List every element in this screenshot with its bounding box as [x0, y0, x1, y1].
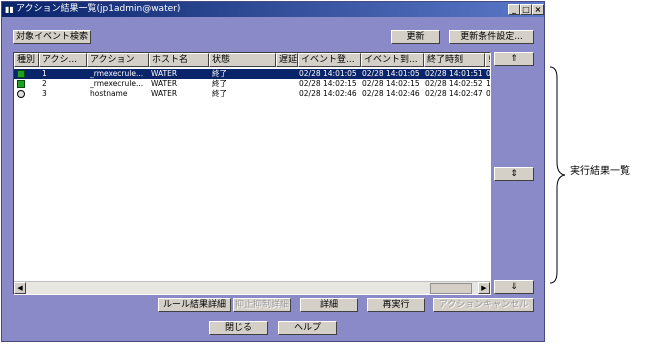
rerun-button[interactable]: 再実行 [367, 298, 425, 312]
action-icon [17, 80, 25, 88]
col-delay-header[interactable]: 遅延 [276, 53, 298, 67]
cell-host: WATER [151, 89, 178, 98]
table-header: 種別 アクシ... アクション ホスト名 状態 遅延 イベント登... イベント… [14, 53, 490, 67]
scroll-thumb[interactable] [430, 283, 472, 294]
table-row[interactable]: 2 _rmexecrule... WATER 終了 02/28 14:02:15… [14, 79, 490, 89]
horizontal-scrollbar[interactable]: ◀ ▶ [14, 281, 490, 294]
action-results-window: ▮▮ アクション結果一覧(jp1admin@water) _ □ × 対象イベン… [1, 1, 545, 342]
cell-status: 終了 [212, 69, 227, 78]
cell-registered: 02/28 14:02:46 [299, 89, 357, 98]
col-extra-header[interactable]: ! [485, 53, 490, 67]
window-title: アクション結果一覧(jp1admin@water) [16, 4, 181, 14]
cell-extra: 0 [486, 89, 491, 98]
col-action-header[interactable]: アクション [87, 53, 149, 67]
cell-host: WATER [151, 79, 178, 88]
cell-end-time: 02/28 14:02:47 [425, 89, 483, 98]
results-list-callout: 実行結果一覧 [570, 166, 630, 177]
minimize-button[interactable]: _ [508, 4, 520, 15]
help-button[interactable]: ヘルプ [278, 321, 337, 335]
col-action-id-header[interactable]: アクシ... [39, 53, 87, 67]
move-middle-button[interactable]: ⇕ [494, 167, 534, 181]
refresh-settings-button[interactable]: 更新条件設定... [449, 30, 534, 44]
command-icon [17, 90, 25, 98]
app-icon: ▮▮ [5, 5, 14, 14]
cell-id: 1 [42, 69, 47, 78]
cell-extra: 0 [486, 69, 491, 78]
cell-arrived: 02/28 14:02:46 [362, 89, 420, 98]
results-table: 種別 アクシ... アクション ホスト名 状態 遅延 イベント登... イベント… [13, 52, 491, 295]
col-registered-header[interactable]: イベント登... [298, 53, 361, 67]
maximize-button[interactable]: □ [520, 4, 532, 15]
cell-end-time: 02/28 14:01:51 [425, 69, 483, 78]
move-bottom-button[interactable]: ⇓ [494, 280, 534, 294]
col-status-header[interactable]: 状態 [209, 53, 276, 67]
move-top-button[interactable]: ⇑ [494, 52, 534, 66]
col-host-header[interactable]: ホスト名 [149, 53, 209, 67]
cell-id: 3 [42, 89, 47, 98]
refresh-button[interactable]: 更新 [391, 30, 440, 44]
cell-arrived: 02/28 14:02:15 [362, 79, 420, 88]
rule-result-detail-button[interactable]: ルール結果詳細 [158, 298, 231, 312]
cell-registered: 02/28 14:01:05 [299, 69, 357, 78]
col-arrived-header[interactable]: イベント到... [361, 53, 424, 67]
cell-status: 終了 [212, 89, 227, 98]
action-icon [17, 70, 25, 78]
curly-brace-icon [549, 66, 566, 284]
suppress-detail-button[interactable]: 抑止抑制詳細 [233, 298, 291, 312]
cell-action: _rmexecrule... [90, 69, 144, 78]
cell-arrived: 02/28 14:01:05 [362, 69, 420, 78]
col-type-header[interactable]: 種別 [14, 53, 39, 67]
cell-end-time: 02/28 14:02:52 [425, 79, 483, 88]
scroll-right-icon[interactable]: ▶ [478, 282, 490, 294]
col-end-time-header[interactable]: 終了時刻 [424, 53, 485, 67]
cell-host: WATER [151, 69, 178, 78]
close-button[interactable]: × [532, 4, 544, 15]
table-row[interactable]: 3 hostname WATER 終了 02/28 14:02:46 02/28… [14, 89, 490, 99]
cell-registered: 02/28 14:02:15 [299, 79, 357, 88]
cell-action: hostname [90, 89, 128, 98]
cell-id: 2 [42, 79, 47, 88]
row-navigation-panel: ⇑ ⇕ ⇓ [494, 52, 534, 295]
scroll-left-icon[interactable]: ◀ [14, 282, 26, 294]
table-row[interactable]: 1 _rmexecrule... WATER 終了 02/28 14:01:05… [14, 69, 490, 79]
cell-status: 終了 [212, 79, 227, 88]
action-cancel-button[interactable]: アクションキャンセル [433, 298, 534, 312]
event-search-button[interactable]: 対象イベント検索 [13, 30, 91, 44]
title-bar[interactable]: ▮▮ アクション結果一覧(jp1admin@water) _ □ × [2, 2, 544, 17]
cell-action: _rmexecrule... [90, 79, 144, 88]
cell-extra: 1 [486, 79, 491, 88]
close-dialog-button[interactable]: 閉じる [209, 321, 268, 335]
detail-button[interactable]: 詳細 [300, 298, 358, 312]
